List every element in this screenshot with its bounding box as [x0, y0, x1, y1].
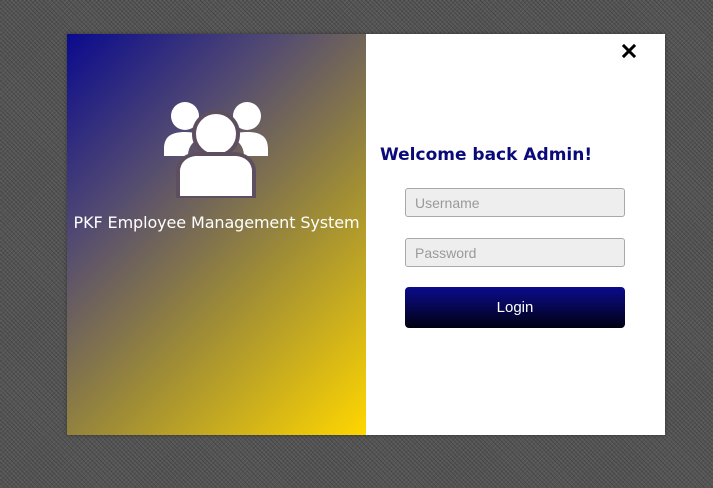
users-group-icon: [164, 102, 268, 198]
close-icon[interactable]: [622, 44, 636, 58]
password-input[interactable]: [405, 238, 625, 267]
username-input[interactable]: [405, 188, 625, 217]
login-panel: Welcome back Admin! Login: [366, 34, 665, 435]
app-title: PKF Employee Management System: [73, 213, 360, 232]
login-dialog: PKF Employee Management System Welcome b…: [67, 34, 665, 435]
branding-panel: PKF Employee Management System: [67, 34, 366, 435]
login-button[interactable]: Login: [405, 287, 625, 328]
welcome-heading: Welcome back Admin!: [380, 145, 593, 165]
